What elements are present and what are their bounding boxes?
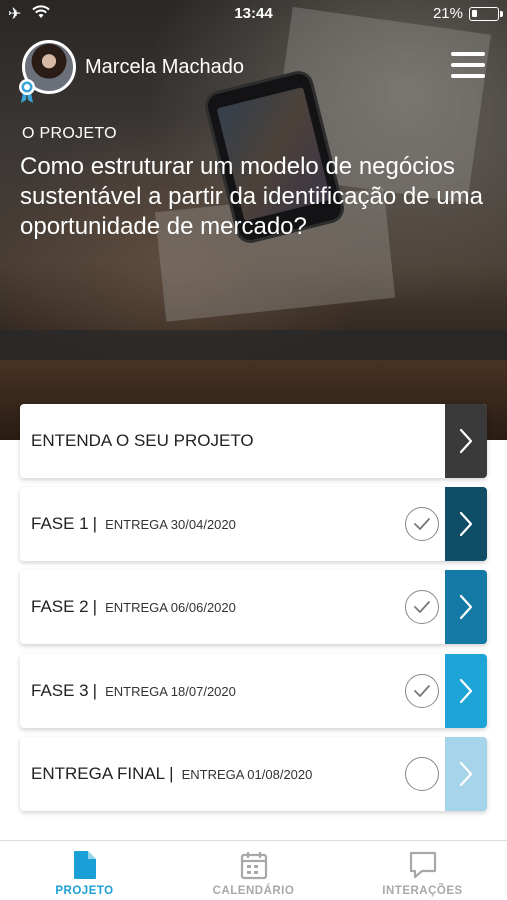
card-label-group: ENTENDA O SEU PROJETO <box>31 404 254 478</box>
status-time: 13:44 <box>234 5 273 22</box>
check-circle-icon <box>405 590 439 624</box>
card-label-group: FASE 2 | ENTREGA 06/06/2020 <box>31 570 236 644</box>
card-label-group: ENTREGA FINAL | ENTREGA 01/08/2020 <box>31 737 312 811</box>
chevron-right-icon[interactable] <box>445 737 487 811</box>
project-card[interactable]: FASE 1 | ENTREGA 30/04/2020 <box>20 487 487 561</box>
card-label-group: FASE 3 | ENTREGA 18/07/2020 <box>31 654 236 728</box>
project-title: Como estruturar um modelo de negócios su… <box>20 153 483 240</box>
card-separator: | <box>92 597 98 616</box>
tab-label: INTERAÇÕES <box>382 885 463 897</box>
tab-projeto[interactable]: PROJETO <box>0 841 169 900</box>
check-circle-icon <box>405 507 439 541</box>
card-separator: | <box>169 764 174 783</box>
project-card[interactable]: ENTENDA O SEU PROJETO <box>20 404 487 478</box>
card-title: FASE 3 <box>31 681 89 700</box>
document-icon <box>73 851 96 879</box>
chevron-right-icon[interactable] <box>445 654 487 728</box>
battery-percentage: 21% <box>432 5 463 22</box>
calendar-icon <box>240 852 267 880</box>
card-title: ENTENDA O SEU PROJETO <box>31 431 254 450</box>
card-separator: | <box>92 681 98 700</box>
battery-icon <box>469 7 503 21</box>
chevron-right-icon[interactable] <box>445 487 487 561</box>
card-separator: | <box>92 514 98 533</box>
card-delivery-date: ENTREGA 06/06/2020 <box>105 599 236 615</box>
project-card[interactable]: FASE 2 | ENTREGA 06/06/2020 <box>20 570 487 644</box>
tab-calendario[interactable]: CALENDÁRIO <box>169 841 338 900</box>
chevron-right-icon[interactable] <box>445 404 487 478</box>
hamburger-menu-icon[interactable] <box>451 52 485 78</box>
project-card[interactable]: FASE 3 | ENTREGA 18/07/2020 <box>20 654 487 728</box>
tab-label: CALENDÁRIO <box>212 885 295 897</box>
card-delivery-date: ENTREGA 18/07/2020 <box>105 683 236 699</box>
card-title: ENTREGA FINAL <box>31 764 166 783</box>
status-bar: ✈ 13:44 21% <box>0 0 507 28</box>
tab-interacoes[interactable]: INTERAÇÕES <box>338 841 507 900</box>
project-card[interactable]: ENTREGA FINAL | ENTREGA 01/08/2020 <box>20 737 487 811</box>
card-label-group: FASE 1 | ENTREGA 30/04/2020 <box>31 487 236 561</box>
tab-label: PROJETO <box>55 885 114 897</box>
card-title: FASE 2 <box>31 597 89 616</box>
section-eyebrow: O PROJETO <box>22 125 117 142</box>
card-title: FASE 1 <box>31 514 89 533</box>
empty-circle-icon <box>405 757 439 791</box>
ribbon-badge-icon <box>19 79 35 103</box>
chevron-right-icon[interactable] <box>445 570 487 644</box>
check-circle-icon <box>405 674 439 708</box>
chat-bubble-icon <box>409 851 436 879</box>
bottom-tab-bar: PROJETO CALENDÁRIO INTERAÇÕES <box>0 840 507 900</box>
card-delivery-date: ENTREGA 01/08/2020 <box>181 766 313 782</box>
user-name[interactable]: Marcela Machado <box>85 56 244 79</box>
card-delivery-date: ENTREGA 30/04/2020 <box>105 516 236 532</box>
